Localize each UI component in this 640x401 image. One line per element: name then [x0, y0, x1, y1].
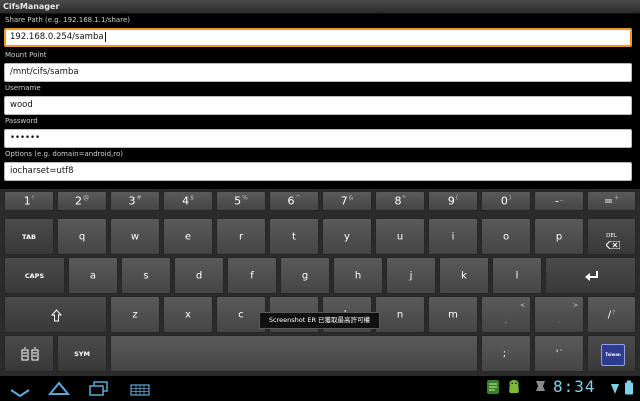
key-2[interactable]: 2@	[57, 191, 107, 211]
username-value: wood	[10, 100, 33, 110]
key-o[interactable]: o	[481, 218, 531, 255]
key-l[interactable]: l	[492, 257, 542, 294]
keyboard-toggle-icon[interactable]	[130, 382, 150, 398]
key-w[interactable]: w	[110, 218, 160, 255]
settings-key[interactable]	[4, 335, 54, 372]
caps-key[interactable]: CAPS	[4, 257, 65, 294]
key-slash[interactable]: /?	[587, 296, 636, 333]
recent-apps-icon[interactable]	[89, 380, 109, 396]
enter-key[interactable]	[545, 257, 636, 294]
share-path-value: 192.168.0.254/samba	[10, 32, 104, 42]
key-t[interactable]: t	[269, 218, 319, 255]
ime-switch-key[interactable]: Taiwan	[587, 335, 636, 372]
key-u[interactable]: u	[375, 218, 425, 255]
keyboard-settings-icon	[21, 347, 39, 361]
key-semicolon[interactable]: ;:	[481, 335, 531, 372]
key-g[interactable]: g	[280, 257, 330, 294]
key-q[interactable]: q	[57, 218, 107, 255]
key-j[interactable]: j	[386, 257, 436, 294]
key-i[interactable]: i	[428, 218, 478, 255]
toast-message: Screenshot ER 已獲取最高許可權	[259, 312, 380, 329]
key-6[interactable]: 6^	[269, 191, 319, 211]
back-icon[interactable]	[10, 385, 30, 401]
key-8[interactable]: 8*	[375, 191, 425, 211]
key-m[interactable]: m	[428, 296, 478, 333]
key-3[interactable]: 3#	[110, 191, 160, 211]
key-4[interactable]: 4$	[163, 191, 213, 211]
options-value: iocharset=utf8	[10, 166, 74, 176]
options-label: Options (e.g. domain=android,ro)	[5, 150, 123, 158]
wifi-icon	[611, 384, 619, 394]
text-caret	[104, 31, 106, 42]
key-minus[interactable]: -_	[534, 191, 584, 211]
password-field[interactable]: ••••••	[4, 129, 632, 148]
delete-key[interactable]: DEL	[587, 218, 636, 255]
key-x[interactable]: x	[163, 296, 213, 333]
key-1[interactable]: 1!	[4, 191, 54, 211]
shift-arrow-icon	[51, 309, 62, 322]
ime-label: Taiwan	[605, 352, 621, 357]
sym-key[interactable]: SYM	[57, 335, 107, 372]
key-y[interactable]: y	[322, 218, 372, 255]
share-path-label: Share Path (e.g. 192.168.1.1/share)	[5, 16, 130, 24]
key-z[interactable]: z	[110, 296, 160, 333]
share-path-field[interactable]: 192.168.0.254/samba	[4, 28, 632, 47]
soft-keyboard: 1! 2@ 3# 4$ 5% 6^ 7& 8* 9( 0) -_ =+ TAB …	[0, 189, 640, 376]
key-h[interactable]: h	[333, 257, 383, 294]
key-period[interactable]: >.	[534, 296, 584, 333]
key-f[interactable]: f	[227, 257, 277, 294]
clock: 8:34	[553, 377, 596, 396]
battery-icon	[625, 380, 633, 395]
key-r[interactable]: r	[216, 218, 266, 255]
mount-point-label: Mount Point	[5, 51, 47, 59]
key-5[interactable]: 5%	[216, 191, 266, 211]
key-7[interactable]: 7&	[322, 191, 372, 211]
tab-key[interactable]: TAB	[4, 218, 54, 255]
key-n[interactable]: n	[375, 296, 425, 333]
mount-point-value: /mnt/cifs/samba	[10, 67, 79, 77]
key-a[interactable]: a	[68, 257, 118, 294]
key-0[interactable]: 0)	[481, 191, 531, 211]
mount-point-field[interactable]: /mnt/cifs/samba	[4, 63, 632, 82]
system-bar: 8:34	[0, 376, 640, 400]
options-field[interactable]: iocharset=utf8	[4, 162, 632, 181]
enter-icon	[585, 271, 598, 281]
key-e[interactable]: e	[163, 218, 213, 255]
password-label: Password	[5, 117, 38, 125]
key-equals[interactable]: =+	[587, 191, 636, 211]
username-label: Username	[5, 84, 41, 92]
android-notification-icon[interactable]	[507, 379, 521, 395]
backspace-icon	[606, 241, 620, 249]
usb-debug-icon[interactable]	[534, 379, 547, 395]
key-p[interactable]: p	[534, 218, 584, 255]
key-k[interactable]: k	[439, 257, 489, 294]
key-s[interactable]: s	[121, 257, 171, 294]
home-icon[interactable]	[48, 380, 70, 396]
title-bar: CifsManager	[0, 0, 640, 14]
password-value: ••••••	[10, 133, 41, 143]
notification-app-icon[interactable]	[486, 379, 500, 395]
key-9[interactable]: 9(	[428, 191, 478, 211]
username-field[interactable]: wood	[4, 96, 632, 115]
key-quote[interactable]: '"	[534, 335, 584, 372]
app-title: CifsManager	[3, 2, 60, 11]
key-comma[interactable]: <,	[481, 296, 531, 333]
key-d[interactable]: d	[174, 257, 224, 294]
shift-key[interactable]	[4, 296, 107, 333]
space-bar[interactable]	[110, 335, 478, 372]
ime-icon: Taiwan	[601, 344, 625, 366]
